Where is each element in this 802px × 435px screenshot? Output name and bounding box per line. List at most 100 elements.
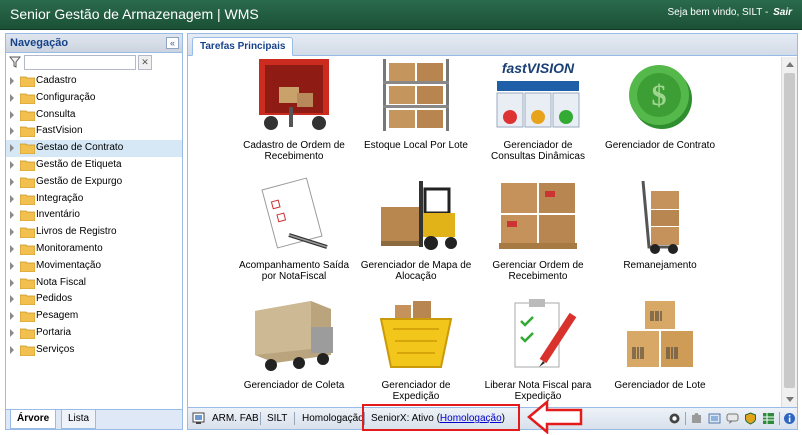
expand-arrow-icon[interactable]	[10, 228, 14, 237]
expand-arrow-icon[interactable]	[10, 261, 14, 270]
status-unit: ARM. FAB	[212, 413, 259, 424]
folder-icon	[20, 194, 35, 205]
scroll-down-icon[interactable]	[786, 397, 794, 402]
scroll-up-icon[interactable]	[786, 62, 794, 67]
task-caption: Gerenciador de Lote	[614, 380, 706, 391]
dollar-coin-icon: $	[629, 65, 692, 129]
vertical-scrollbar[interactable]	[781, 57, 797, 407]
tree-item-inventario[interactable]: Inventário	[6, 207, 182, 224]
task-caption: Gerenciador de Expedição	[381, 380, 451, 402]
container-truck-icon	[255, 301, 333, 371]
task-tile-acompanhamento-saida[interactable]: Acompanhamento Saída por NotaFiscal	[234, 177, 354, 292]
folder-icon	[20, 126, 35, 138]
task-tile-liberar-nota-fiscal[interactable]: Liberar Nota Fiscal para Expedição	[478, 297, 598, 407]
task-tile-gerenciador-de-lote[interactable]: Gerenciador de Lote	[600, 297, 720, 407]
tree-item-configuracao[interactable]: Configuração	[6, 90, 182, 107]
tree-item-label: Portaria	[36, 326, 72, 338]
tab-tarefas-principais[interactable]: Tarefas Principais	[192, 37, 294, 56]
task-caption: Gerenciador de Mapa de Alocação	[360, 260, 472, 282]
app-title: Senior Gestão de Armazenagem | WMS	[10, 6, 259, 22]
expand-arrow-icon[interactable]	[10, 127, 14, 136]
svg-text:$: $	[652, 79, 667, 112]
expand-arrow-icon[interactable]	[10, 77, 14, 85]
shield-icon[interactable]	[744, 412, 757, 425]
task-tile-gerenciador-de-expedicao[interactable]: Gerenciador de Expedição	[356, 297, 476, 407]
task-tile-gerenciador-de-coleta[interactable]: Gerenciador de Coleta	[234, 297, 354, 407]
expand-arrow-icon[interactable]	[10, 93, 14, 102]
status-separator	[779, 412, 780, 425]
tree-item-consulta[interactable]: Consulta	[6, 107, 182, 124]
task-tile-gerenciar-ordem-recebimento[interactable]: Gerenciar Ordem de Recebimento	[478, 177, 598, 292]
folder-icon	[20, 93, 35, 104]
task-tile-estoque-local-por-lote[interactable]: Estoque Local Por Lote	[356, 57, 476, 172]
folder-icon	[20, 143, 35, 155]
task-caption: Gerenciador de Coleta	[243, 380, 345, 391]
logout-link[interactable]: Sair	[773, 7, 792, 18]
tree-item-fastvision[interactable]: FastVision	[6, 123, 182, 140]
monitor-icon[interactable]	[192, 412, 205, 425]
task-tile-mapa-de-alocacao[interactable]: Gerenciador de Mapa de Alocação	[356, 177, 476, 292]
expand-arrow-icon[interactable]	[10, 278, 14, 287]
tree-item-gestao-de-expurgo[interactable]: Gestão de Expurgo	[6, 174, 182, 191]
tree-item-pedidos[interactable]: Pedidos	[6, 291, 182, 308]
expand-arrow-icon[interactable]	[10, 177, 14, 186]
task-caption: Acompanhamento Saída por NotaFiscal	[238, 260, 350, 282]
main-tab-strip: Tarefas Principais	[188, 34, 797, 56]
tree-item-label: Serviços	[36, 343, 75, 355]
barcode-boxes-icon	[627, 301, 693, 367]
tree-item-label: Monitoramento	[36, 242, 103, 254]
gear-icon[interactable]	[668, 412, 681, 425]
tab-arvore[interactable]: Árvore	[10, 410, 57, 429]
tab-lista[interactable]: Lista	[61, 410, 97, 429]
task-tile-gerenciador-de-contrato[interactable]: $ Gerenciador de Contrato	[600, 57, 720, 172]
expand-arrow-icon[interactable]	[10, 110, 14, 119]
navigation-header: Navegação «	[6, 34, 182, 53]
task-tile-cadastro-ordem-recebimento[interactable]: Cadastro de Ordem de Recebimento	[234, 57, 354, 172]
expand-arrow-icon[interactable]	[10, 211, 14, 220]
task-tile-consultas-dinamicas[interactable]: fastVISION Gerenciador de Consultas Dinâ…	[478, 57, 598, 172]
tree-item-label: Configuração	[36, 91, 96, 103]
windows-icon[interactable]	[708, 412, 721, 425]
tree-item-pesagem[interactable]: Pesagem	[6, 308, 182, 325]
folder-icon	[20, 76, 35, 87]
tree-item-nota-fiscal[interactable]: Nota Fiscal	[6, 275, 182, 292]
tree-item-integracao[interactable]: Integração	[6, 191, 182, 208]
truck-loading-icon	[259, 59, 329, 130]
tree-item-portaria[interactable]: Portaria	[6, 325, 182, 342]
folder-icon	[20, 244, 35, 255]
expand-arrow-icon[interactable]	[10, 244, 14, 253]
puzzle-icon[interactable]	[690, 412, 703, 425]
task-caption: Gerenciador de Contrato	[604, 140, 716, 151]
chat-icon[interactable]	[726, 412, 739, 425]
expand-arrow-icon[interactable]	[10, 194, 14, 203]
tree-item-cadastro[interactable]: Cadastro	[6, 73, 182, 90]
welcome-area: Seja bem vindo, SILT - Sair	[668, 7, 792, 18]
scroll-thumb[interactable]	[784, 73, 795, 388]
tree-item-label: Inventário	[36, 209, 80, 221]
tree-item-label: Cadastro	[36, 75, 77, 86]
expand-arrow-icon[interactable]	[10, 295, 14, 304]
collapse-button[interactable]: «	[166, 37, 179, 49]
task-caption: Gerenciador de Consultas Dinâmicas	[491, 140, 585, 162]
tree-item-gestao-de-contrato[interactable]: Gestao de Contrato	[6, 140, 182, 157]
tree-item-label: Nota Fiscal	[36, 276, 87, 288]
fastvision-logo: fastVISION	[502, 60, 575, 76]
tree-item-movimentacao[interactable]: Movimentação	[6, 258, 182, 275]
expand-arrow-icon[interactable]	[10, 144, 14, 153]
tree-item-monitoramento[interactable]: Monitoramento	[6, 241, 182, 258]
fastvision-dashboard-icon: fastVISION	[496, 60, 580, 128]
filter-input[interactable]	[24, 55, 136, 70]
tree-item-livros-de-registro[interactable]: Livros de Registro	[6, 224, 182, 241]
tree-item-gestao-de-etiqueta[interactable]: Gestão de Etiqueta	[6, 157, 182, 174]
expand-arrow-icon[interactable]	[10, 160, 14, 169]
folder-icon	[20, 278, 35, 289]
expand-arrow-icon[interactable]	[10, 312, 14, 321]
folder-icon	[20, 261, 35, 272]
clear-filter-button[interactable]: ✕	[138, 55, 152, 70]
spreadsheet-icon[interactable]	[762, 412, 775, 425]
info-icon[interactable]	[783, 412, 796, 425]
expand-arrow-icon[interactable]	[10, 328, 14, 337]
tree-item-servicos[interactable]: Serviços	[6, 342, 182, 359]
expand-arrow-icon[interactable]	[10, 345, 14, 354]
task-tile-remanejamento[interactable]: Remanejamento	[600, 177, 720, 292]
